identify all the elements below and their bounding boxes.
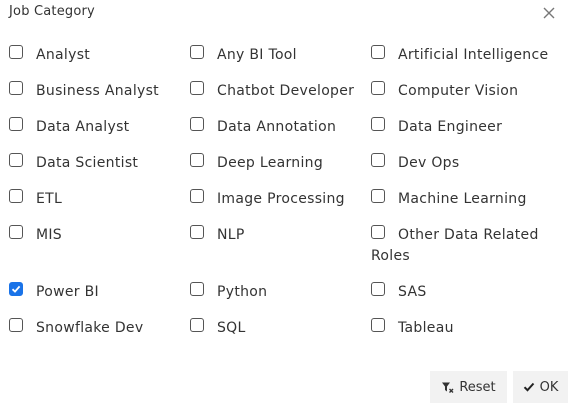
checkbox[interactable]: [9, 117, 23, 131]
category-label: MIS: [36, 227, 62, 243]
category-option[interactable]: Data Engineer: [371, 117, 551, 138]
category-label: Data Annotation: [217, 119, 337, 135]
checkbox[interactable]: [371, 282, 385, 296]
category-label: Data Analyst: [36, 119, 130, 135]
category-label: Power BI: [36, 284, 99, 300]
checkbox[interactable]: [9, 225, 23, 239]
category-label: Chatbot Developer: [217, 83, 355, 99]
ok-button[interactable]: OK: [513, 371, 568, 403]
checkbox[interactable]: [190, 81, 204, 95]
category-option[interactable]: Artificial Intelligence: [371, 45, 551, 66]
category-label: Python: [217, 284, 268, 300]
checkbox[interactable]: [371, 318, 385, 332]
category-option[interactable]: MIS: [9, 225, 189, 246]
category-label: Machine Learning: [398, 191, 527, 207]
checkbox[interactable]: [371, 81, 385, 95]
category-option[interactable]: Business Analyst: [9, 81, 189, 102]
checkbox[interactable]: [371, 225, 385, 239]
category-label: NLP: [217, 227, 245, 243]
checkbox[interactable]: [9, 45, 23, 59]
checkbox[interactable]: [190, 153, 204, 167]
category-label: Any BI Tool: [217, 47, 297, 63]
category-option[interactable]: Snowflake Dev: [9, 318, 189, 339]
category-label: SAS: [398, 284, 427, 300]
category-label: Deep Learning: [217, 155, 324, 171]
category-option[interactable]: ETL: [9, 189, 189, 210]
category-option[interactable]: Chatbot Developer: [190, 81, 370, 102]
category-option[interactable]: NLP: [190, 225, 370, 246]
category-option[interactable]: Deep Learning: [190, 153, 370, 174]
checkbox[interactable]: [9, 318, 23, 332]
checkbox[interactable]: [190, 117, 204, 131]
category-label: Image Processing: [217, 191, 345, 207]
category-option[interactable]: Python: [190, 282, 370, 303]
category-label: Snowflake Dev: [36, 320, 144, 336]
category-option[interactable]: SAS: [371, 282, 551, 303]
category-option[interactable]: Data Analyst: [9, 117, 189, 138]
checkmark-icon: [523, 382, 534, 392]
category-label: Computer Vision: [398, 83, 519, 99]
category-option[interactable]: SQL: [190, 318, 370, 339]
category-label: Dev Ops: [398, 155, 460, 171]
category-option[interactable]: Any BI Tool: [190, 45, 370, 66]
checkbox[interactable]: [9, 81, 23, 95]
category-label: ETL: [36, 191, 63, 207]
category-option[interactable]: Analyst: [9, 45, 189, 66]
category-option[interactable]: Power BI: [9, 282, 189, 303]
checkbox[interactable]: [371, 189, 385, 203]
checkbox-checked[interactable]: [9, 282, 23, 296]
reset-label: Reset: [459, 379, 496, 395]
category-option[interactable]: Image Processing: [190, 189, 370, 210]
checkbox[interactable]: [190, 225, 204, 239]
checkbox[interactable]: [371, 45, 385, 59]
checkbox[interactable]: [190, 282, 204, 296]
checkbox[interactable]: [190, 318, 204, 332]
category-label: SQL: [217, 320, 246, 336]
category-label: Data Engineer: [398, 119, 503, 135]
category-option[interactable]: Tableau: [371, 318, 551, 339]
ok-label: OK: [539, 379, 559, 395]
close-icon[interactable]: [541, 5, 557, 21]
category-option[interactable]: Other Data Related Roles: [371, 225, 551, 267]
checkbox[interactable]: [190, 45, 204, 59]
checkbox[interactable]: [371, 117, 385, 131]
checkbox[interactable]: [9, 153, 23, 167]
category-label: Tableau: [398, 320, 454, 336]
category-option[interactable]: Dev Ops: [371, 153, 551, 174]
category-option[interactable]: Machine Learning: [371, 189, 551, 210]
checkbox[interactable]: [9, 189, 23, 203]
category-option[interactable]: Computer Vision: [371, 81, 551, 102]
checkbox[interactable]: [371, 153, 385, 167]
dialog-title: Job Category: [9, 4, 95, 19]
filter-reset-icon: [442, 382, 454, 393]
category-label: Artificial Intelligence: [398, 47, 549, 63]
checkbox[interactable]: [190, 189, 204, 203]
category-label: Business Analyst: [36, 83, 159, 99]
reset-button[interactable]: Reset: [430, 371, 507, 403]
category-option[interactable]: Data Annotation: [190, 117, 370, 138]
checkmark-icon: [11, 285, 21, 293]
category-option[interactable]: Data Scientist: [9, 153, 189, 174]
category-label: Other Data Related Roles: [371, 227, 539, 264]
category-label: Analyst: [36, 47, 91, 63]
category-label: Data Scientist: [36, 155, 139, 171]
